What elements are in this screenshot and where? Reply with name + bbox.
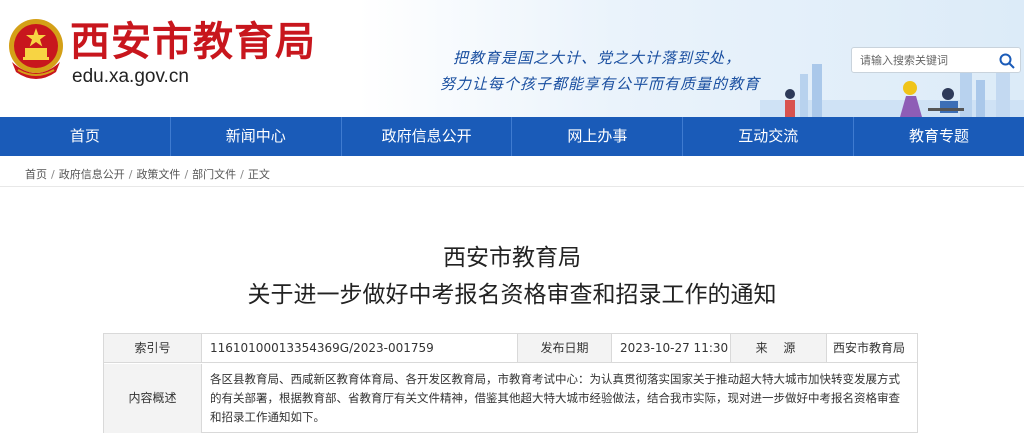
breadcrumb: 首页 / 政府信息公开 / 政策文件 / 部门文件 / 正文 [25, 166, 270, 182]
nav-item-online-services[interactable]: 网上办事 [512, 117, 684, 156]
breadcrumb-separator: / [184, 168, 189, 181]
article-title-line-1: 西安市教育局 [443, 245, 581, 271]
search-input[interactable] [852, 48, 998, 72]
slogan-line-1: 把教育是国之大计、党之大计落到实处， [453, 49, 742, 67]
breadcrumb-policy-docs[interactable]: 政策文件 [136, 168, 180, 181]
nav-item-news[interactable]: 新闻中心 [171, 117, 342, 156]
breadcrumb-separator: / [240, 168, 244, 181]
nav-item-gov-info[interactable]: 政府信息公开 [342, 117, 513, 156]
site-title[interactable]: 西安市教育局 [70, 20, 316, 64]
national-emblem-icon [9, 19, 63, 79]
meta-row: 索引号 11610100013354369G/2023-001759 发布日期 … [104, 334, 917, 363]
slogan-line-2: 努力让每个孩子都能享有公平而有质量的教育 [440, 75, 761, 93]
breadcrumb-dept-docs[interactable]: 部门文件 [192, 168, 236, 181]
breadcrumb-divider [0, 186, 1024, 187]
index-label: 索引号 [104, 334, 202, 362]
meta-row: 内容概述 各区县教育局、西咸新区教育体育局、各开发区教育局，市教育考试中心：为认… [104, 364, 917, 433]
breadcrumb-current: 正文 [247, 168, 270, 181]
main-nav: 首页 新闻中心 政府信息公开 网上办事 互动交流 教育专题 [0, 117, 1024, 156]
nav-item-interaction[interactable]: 互动交流 [683, 117, 855, 156]
breadcrumb-gov-info[interactable]: 政府信息公开 [59, 168, 125, 181]
breadcrumb-home[interactable]: 首页 [25, 168, 47, 181]
site-header: 西安市教育局 edu.xa.gov.cn 把教育是国之大计、党之大计落到实处， … [0, 0, 1024, 117]
search-icon[interactable] [998, 52, 1016, 70]
breadcrumb-separator: / [51, 168, 55, 181]
site-domain: edu.xa.gov.cn [72, 66, 189, 87]
breadcrumb-separator: / [128, 168, 133, 181]
summary-value: 各区县教育局、西咸新区教育体育局、各开发区教育局，市教育考试中心：为认真贯彻落实… [210, 372, 900, 424]
index-value: 11610100013354369G/2023-001759 [202, 334, 518, 362]
date-label: 发布日期 [518, 334, 612, 362]
source-label: 来 源 [731, 334, 827, 362]
date-value: 2023-10-27 11:30 [612, 334, 731, 362]
nav-item-home[interactable]: 首页 [0, 117, 171, 156]
search-box[interactable] [851, 47, 1021, 73]
article-meta-table: 索引号 11610100013354369G/2023-001759 发布日期 … [103, 333, 918, 433]
article-title-line-2: 关于进一步做好中考报名资格审查和招录工作的通知 [247, 282, 777, 308]
summary-label: 内容概述 [104, 364, 202, 433]
nav-item-education-topics[interactable]: 教育专题 [854, 117, 1024, 156]
source-value: 西安市教育局 [833, 341, 906, 355]
